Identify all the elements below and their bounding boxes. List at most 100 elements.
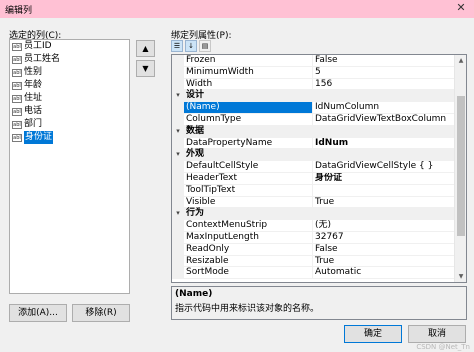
column-list-item-label: 电话 bbox=[24, 106, 43, 116]
property-value[interactable]: 5 bbox=[313, 67, 455, 78]
property-row-gutter bbox=[172, 66, 184, 78]
property-category-row[interactable]: ▾ 外观 bbox=[172, 149, 455, 162]
scroll-down-arrow-icon[interactable]: ▼ bbox=[455, 271, 466, 282]
collapse-icon[interactable]: ▾ bbox=[172, 149, 184, 160]
property-category-label: 行为 bbox=[186, 208, 205, 219]
column-list-item[interactable]: abl 部门 bbox=[10, 118, 129, 131]
property-name: HeaderText bbox=[184, 172, 313, 184]
arrow-down-icon: ▼ bbox=[142, 64, 149, 73]
property-category-row[interactable]: ▾ 行为 bbox=[172, 208, 455, 221]
property-row[interactable]: MinimumWidth 5 bbox=[172, 66, 455, 79]
property-row-gutter bbox=[172, 231, 184, 243]
property-value[interactable]: (无) bbox=[313, 220, 455, 231]
textbox-column-icon: abl bbox=[12, 94, 22, 103]
property-value[interactable]: IdNumColumn bbox=[313, 102, 455, 113]
column-list-item[interactable]: abl 年龄 bbox=[10, 79, 129, 92]
property-row[interactable]: SortMode Automatic bbox=[172, 267, 455, 280]
property-row-gutter bbox=[172, 55, 184, 66]
property-row[interactable]: (Name) IdNumColumn bbox=[172, 102, 455, 114]
property-category-row[interactable]: ▾ 设计 bbox=[172, 90, 455, 103]
property-row[interactable]: Width 156 bbox=[172, 78, 455, 91]
remove-column-button[interactable]: 移除(R) bbox=[72, 304, 130, 322]
property-name: SortMode bbox=[184, 267, 313, 279]
textbox-column-icon: abl bbox=[12, 133, 22, 142]
property-value[interactable] bbox=[313, 185, 455, 196]
ok-button[interactable]: 确定 bbox=[344, 325, 402, 343]
collapse-icon[interactable]: ▾ bbox=[172, 126, 184, 137]
property-value[interactable]: False bbox=[313, 244, 455, 255]
property-row-gutter bbox=[172, 196, 184, 208]
property-category-label: 外观 bbox=[186, 149, 205, 160]
property-value[interactable]: True bbox=[313, 197, 455, 208]
property-row[interactable]: Resizable True bbox=[172, 255, 455, 268]
column-list-item[interactable]: abl 性别 bbox=[10, 66, 129, 79]
column-list-item-label: 员工姓名 bbox=[24, 54, 61, 64]
property-row-gutter bbox=[172, 172, 184, 184]
column-list-item[interactable]: abl 住址 bbox=[10, 92, 129, 105]
add-column-button[interactable]: 添加(A)... bbox=[9, 304, 67, 322]
move-down-button[interactable]: ▼ bbox=[136, 60, 155, 77]
property-value[interactable]: DataGridViewTextBoxColumn bbox=[313, 114, 455, 125]
property-row[interactable]: DefaultCellStyle DataGridViewCellStyle { … bbox=[172, 161, 455, 173]
collapse-icon[interactable]: ▾ bbox=[172, 208, 184, 219]
property-grid-toolbar: ☰ ↓ ▤ bbox=[171, 40, 216, 52]
property-row[interactable]: ReadOnly False bbox=[172, 243, 455, 256]
column-list-item[interactable]: abl 员工姓名 bbox=[10, 53, 129, 66]
textbox-column-icon: abl bbox=[12, 81, 22, 90]
property-name: DataPropertyName bbox=[184, 137, 313, 149]
property-grid-scrollbar[interactable]: ▲ ▼ bbox=[454, 55, 466, 282]
scroll-up-arrow-icon[interactable]: ▲ bbox=[455, 55, 466, 66]
property-value[interactable]: 身份证 bbox=[313, 173, 455, 184]
property-name: Visible bbox=[184, 196, 313, 208]
property-row-gutter bbox=[172, 243, 184, 255]
property-name: ContextMenuStrip bbox=[184, 220, 313, 231]
property-category-row[interactable]: ▾ 数据 bbox=[172, 125, 455, 138]
property-row-gutter bbox=[172, 102, 184, 113]
property-pages-icon[interactable]: ▤ bbox=[199, 40, 211, 52]
property-row[interactable]: DataPropertyName IdNum bbox=[172, 137, 455, 150]
property-name: Frozen bbox=[184, 55, 313, 66]
property-value[interactable]: IdNum bbox=[313, 138, 455, 149]
property-row[interactable]: ContextMenuStrip (无) bbox=[172, 220, 455, 232]
collapse-icon[interactable]: ▾ bbox=[172, 90, 184, 101]
property-row[interactable]: ColumnType DataGridViewTextBoxColumn bbox=[172, 113, 455, 126]
property-value[interactable]: Automatic bbox=[313, 267, 455, 278]
textbox-column-icon: abl bbox=[12, 107, 22, 116]
selected-columns-list[interactable]: abl 员工ID abl 员工姓名 abl 性别 abl 年龄 abl 住址 abl 电话 abl 部门 a… bbox=[9, 39, 130, 294]
property-row[interactable]: HeaderText 身份证 bbox=[172, 172, 455, 185]
column-list-item-label: 部门 bbox=[24, 119, 43, 129]
property-row[interactable]: ToolTipText bbox=[172, 184, 455, 197]
property-row[interactable]: Frozen False bbox=[172, 55, 455, 67]
property-row-gutter bbox=[172, 137, 184, 149]
property-row[interactable]: MaxInputLength 32767 bbox=[172, 231, 455, 244]
property-name: DefaultCellStyle bbox=[184, 161, 313, 172]
cancel-button[interactable]: 取消 bbox=[408, 325, 466, 343]
textbox-column-icon: abl bbox=[12, 55, 22, 64]
property-row[interactable]: Visible True bbox=[172, 196, 455, 209]
property-name: ToolTipText bbox=[184, 184, 313, 196]
close-icon[interactable]: ✕ bbox=[454, 1, 468, 15]
title-bar: 编辑列 ✕ bbox=[0, 0, 474, 18]
alphabetical-icon[interactable]: ↓ bbox=[185, 40, 197, 52]
property-value[interactable]: 156 bbox=[313, 79, 455, 90]
textbox-column-icon: abl bbox=[12, 42, 22, 51]
arrow-up-icon: ▲ bbox=[142, 44, 149, 53]
column-list-item[interactable]: abl 电话 bbox=[10, 105, 129, 118]
column-list-item[interactable]: abl 身份证 bbox=[10, 131, 129, 144]
property-row-gutter bbox=[172, 113, 184, 125]
description-text: 指示代码中用来标识该对象的名称。 bbox=[175, 304, 320, 314]
property-name: MaxInputLength bbox=[184, 231, 313, 243]
categorized-icon[interactable]: ☰ bbox=[171, 40, 183, 52]
column-list-item[interactable]: abl 员工ID bbox=[10, 40, 129, 53]
property-name: Width bbox=[184, 78, 313, 90]
property-value[interactable]: DataGridViewCellStyle { } bbox=[313, 161, 455, 172]
textbox-column-icon: abl bbox=[12, 120, 22, 129]
property-value[interactable]: 32767 bbox=[313, 232, 455, 243]
property-grid[interactable]: Frozen False MinimumWidth 5 Width 156 ▾ 设计 (Name… bbox=[171, 54, 467, 283]
column-list-item-label: 员工ID bbox=[24, 41, 52, 51]
move-up-button[interactable]: ▲ bbox=[136, 40, 155, 57]
scroll-thumb[interactable] bbox=[457, 96, 465, 236]
property-value[interactable]: False bbox=[313, 55, 455, 66]
property-value[interactable]: True bbox=[313, 256, 455, 267]
property-category-label: 数据 bbox=[186, 125, 205, 136]
